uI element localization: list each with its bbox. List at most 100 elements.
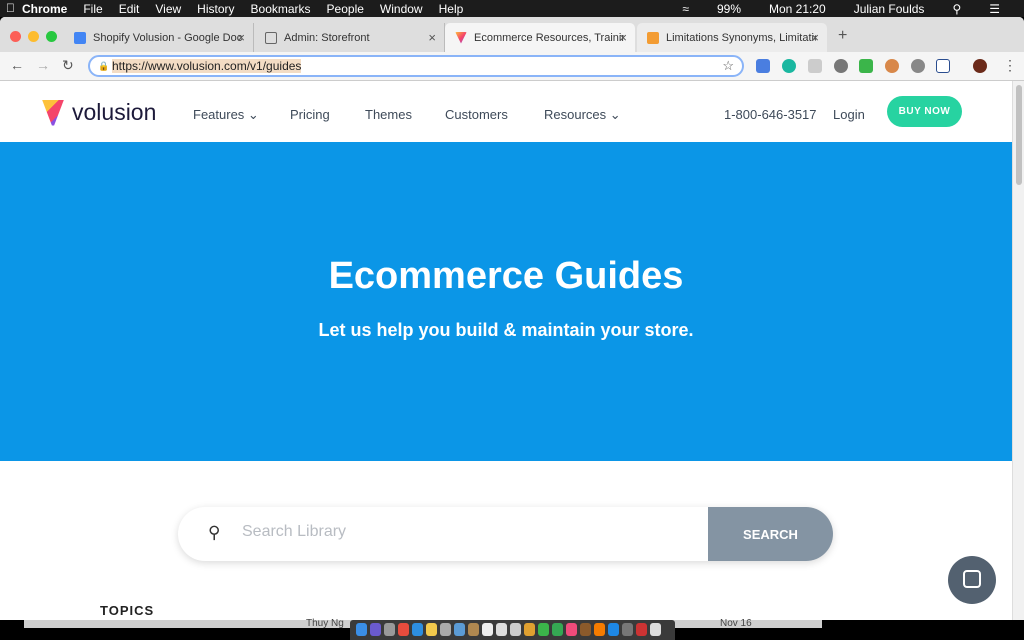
menu-bookmarks[interactable]: Bookmarks (251, 2, 311, 16)
menu-edit[interactable]: Edit (119, 2, 140, 16)
new-tab-button[interactable]: + (838, 27, 847, 45)
reload-button[interactable]: ↻ (62, 57, 74, 74)
background-email-sender: Thuy Ng (306, 618, 344, 629)
chat-button[interactable] (948, 556, 996, 604)
app-icon[interactable] (510, 623, 521, 636)
nav-customers[interactable]: Customers (445, 107, 508, 122)
hero-title: Ecommerce Guides (328, 255, 684, 297)
close-tab-icon[interactable]: × (811, 30, 819, 45)
library-search: ⚲ Search Library SEARCH (178, 507, 833, 561)
menu-history[interactable]: History (197, 2, 234, 16)
tab-ecommerce-resources[interactable]: Ecommerce Resources, Training × (445, 23, 635, 52)
search-button[interactable]: SEARCH (708, 507, 833, 561)
tab-bar: Shopify Volusion - Google Doc × Admin: St… (0, 17, 1024, 52)
itunes-icon[interactable] (566, 623, 577, 636)
app-icon[interactable] (454, 623, 465, 636)
tab-admin-storefront[interactable]: Admin: Storefront × (255, 23, 445, 52)
close-tab-icon[interactable]: × (619, 30, 627, 45)
page-icon (265, 31, 277, 44)
app-icon[interactable] (580, 623, 591, 636)
login-link[interactable]: Login (833, 107, 865, 122)
calendar-icon[interactable] (482, 623, 493, 636)
tab-google-doc[interactable]: Shopify Volusion - Google Doc × (64, 23, 254, 52)
maximize-window-button[interactable] (46, 31, 57, 42)
site-header: volusion Features ⌄ Pricing Themes Custo… (0, 81, 1012, 142)
back-button[interactable]: ← (10, 57, 24, 73)
system-preferences-icon[interactable] (622, 623, 633, 636)
window-controls (10, 31, 57, 42)
close-tab-icon[interactable]: × (428, 30, 436, 45)
menu-app[interactable]: Chrome (22, 2, 67, 16)
hero-banner: Ecommerce Guides Let us help you build &… (0, 142, 1012, 461)
launchpad-icon[interactable] (384, 623, 395, 636)
extension-n-icon[interactable] (936, 59, 950, 73)
chat-icon (963, 570, 981, 588)
menu-help[interactable]: Help (439, 2, 464, 16)
wifi-icon[interactable]: ≈ (682, 2, 689, 16)
translate-extension-icon[interactable] (756, 59, 770, 73)
safari-icon[interactable] (412, 623, 423, 636)
google-docs-icon (74, 31, 86, 44)
hero-subtitle: Let us help you build & maintain your st… (318, 320, 694, 340)
volusion-logo-mark (42, 99, 64, 126)
volusion-logo[interactable]: volusion (42, 99, 156, 126)
extension-badge-icon[interactable] (911, 59, 925, 73)
extension-new-icon[interactable] (859, 59, 873, 73)
nav-features[interactable]: Features ⌄ (193, 107, 259, 123)
mac-menubar:  Chrome File Edit View History Bookmark… (0, 0, 1024, 17)
messages-icon[interactable] (538, 623, 549, 636)
close-tab-icon[interactable]: × (237, 30, 245, 45)
nav-resources[interactable]: Resources ⌄ (544, 107, 621, 123)
volusion-favicon (455, 31, 467, 44)
trash-icon[interactable] (650, 623, 661, 636)
page-scrollbar[interactable] (1012, 81, 1024, 620)
nav-pricing[interactable]: Pricing (290, 107, 330, 122)
notification-center-icon[interactable]: ☰ (989, 2, 1000, 16)
apple-icon[interactable]:  (6, 1, 15, 15)
profile-avatar[interactable] (973, 59, 987, 73)
extension-m-icon[interactable] (782, 59, 796, 73)
spotlight-icon[interactable]: ⚲ (952, 2, 961, 16)
menu-window[interactable]: Window (380, 2, 423, 16)
search-icon: ⚲ (208, 523, 221, 542)
menu-file[interactable]: File (83, 2, 102, 16)
battery-status[interactable]: 99% (717, 2, 741, 16)
nav-themes[interactable]: Themes (365, 107, 412, 122)
chrome-icon[interactable] (398, 623, 409, 636)
finder-icon[interactable] (356, 623, 367, 636)
mac-dock (350, 620, 675, 640)
siri-icon[interactable] (370, 623, 381, 636)
extension-owl-icon[interactable] (885, 59, 899, 73)
close-window-button[interactable] (10, 31, 21, 42)
minimize-window-button[interactable] (28, 31, 39, 42)
menu-people[interactable]: People (327, 2, 364, 16)
numbers-icon[interactable] (552, 623, 563, 636)
topics-heading: TOPICS (100, 603, 155, 618)
chrome-menu-icon[interactable]: ⋮ (1003, 57, 1017, 74)
tab-limitations-synonyms[interactable]: Limitations Synonyms, Limitatio × (637, 23, 827, 52)
user-name[interactable]: Julian Foulds (854, 2, 925, 16)
extension-icon[interactable] (834, 59, 848, 73)
chrome-window: Shopify Volusion - Google Doc × Admin: St… (0, 17, 1024, 620)
address-bar[interactable]: 🔒 https://www.volusion.com/v1/guides ☆ (88, 55, 744, 77)
phone-link[interactable]: 1-800-646-3517 (724, 107, 817, 122)
photos-icon[interactable] (524, 623, 535, 636)
app-store-icon[interactable] (608, 623, 619, 636)
browser-toolbar: ← → ↻ 🔒 https://www.volusion.com/v1/guid… (0, 52, 1024, 81)
background-email-date: Nov 16 (720, 618, 752, 629)
scrollbar-thumb[interactable] (1016, 85, 1022, 185)
search-input[interactable]: Search Library (242, 523, 346, 541)
notes-icon[interactable] (496, 623, 507, 636)
thesaurus-favicon (647, 31, 659, 44)
menu-view[interactable]: View (155, 2, 181, 16)
app-icon[interactable] (468, 623, 479, 636)
buy-now-button[interactable]: BUY NOW (887, 96, 962, 127)
forward-button[interactable]: → (36, 57, 50, 73)
app-icon[interactable] (594, 623, 605, 636)
app-icon[interactable] (440, 623, 451, 636)
extension-icon[interactable] (808, 59, 822, 73)
bookmark-star-icon[interactable]: ☆ (722, 58, 734, 74)
app-icon[interactable] (426, 623, 437, 636)
clock[interactable]: Mon 21:20 (769, 2, 826, 16)
app-icon[interactable] (636, 623, 647, 636)
